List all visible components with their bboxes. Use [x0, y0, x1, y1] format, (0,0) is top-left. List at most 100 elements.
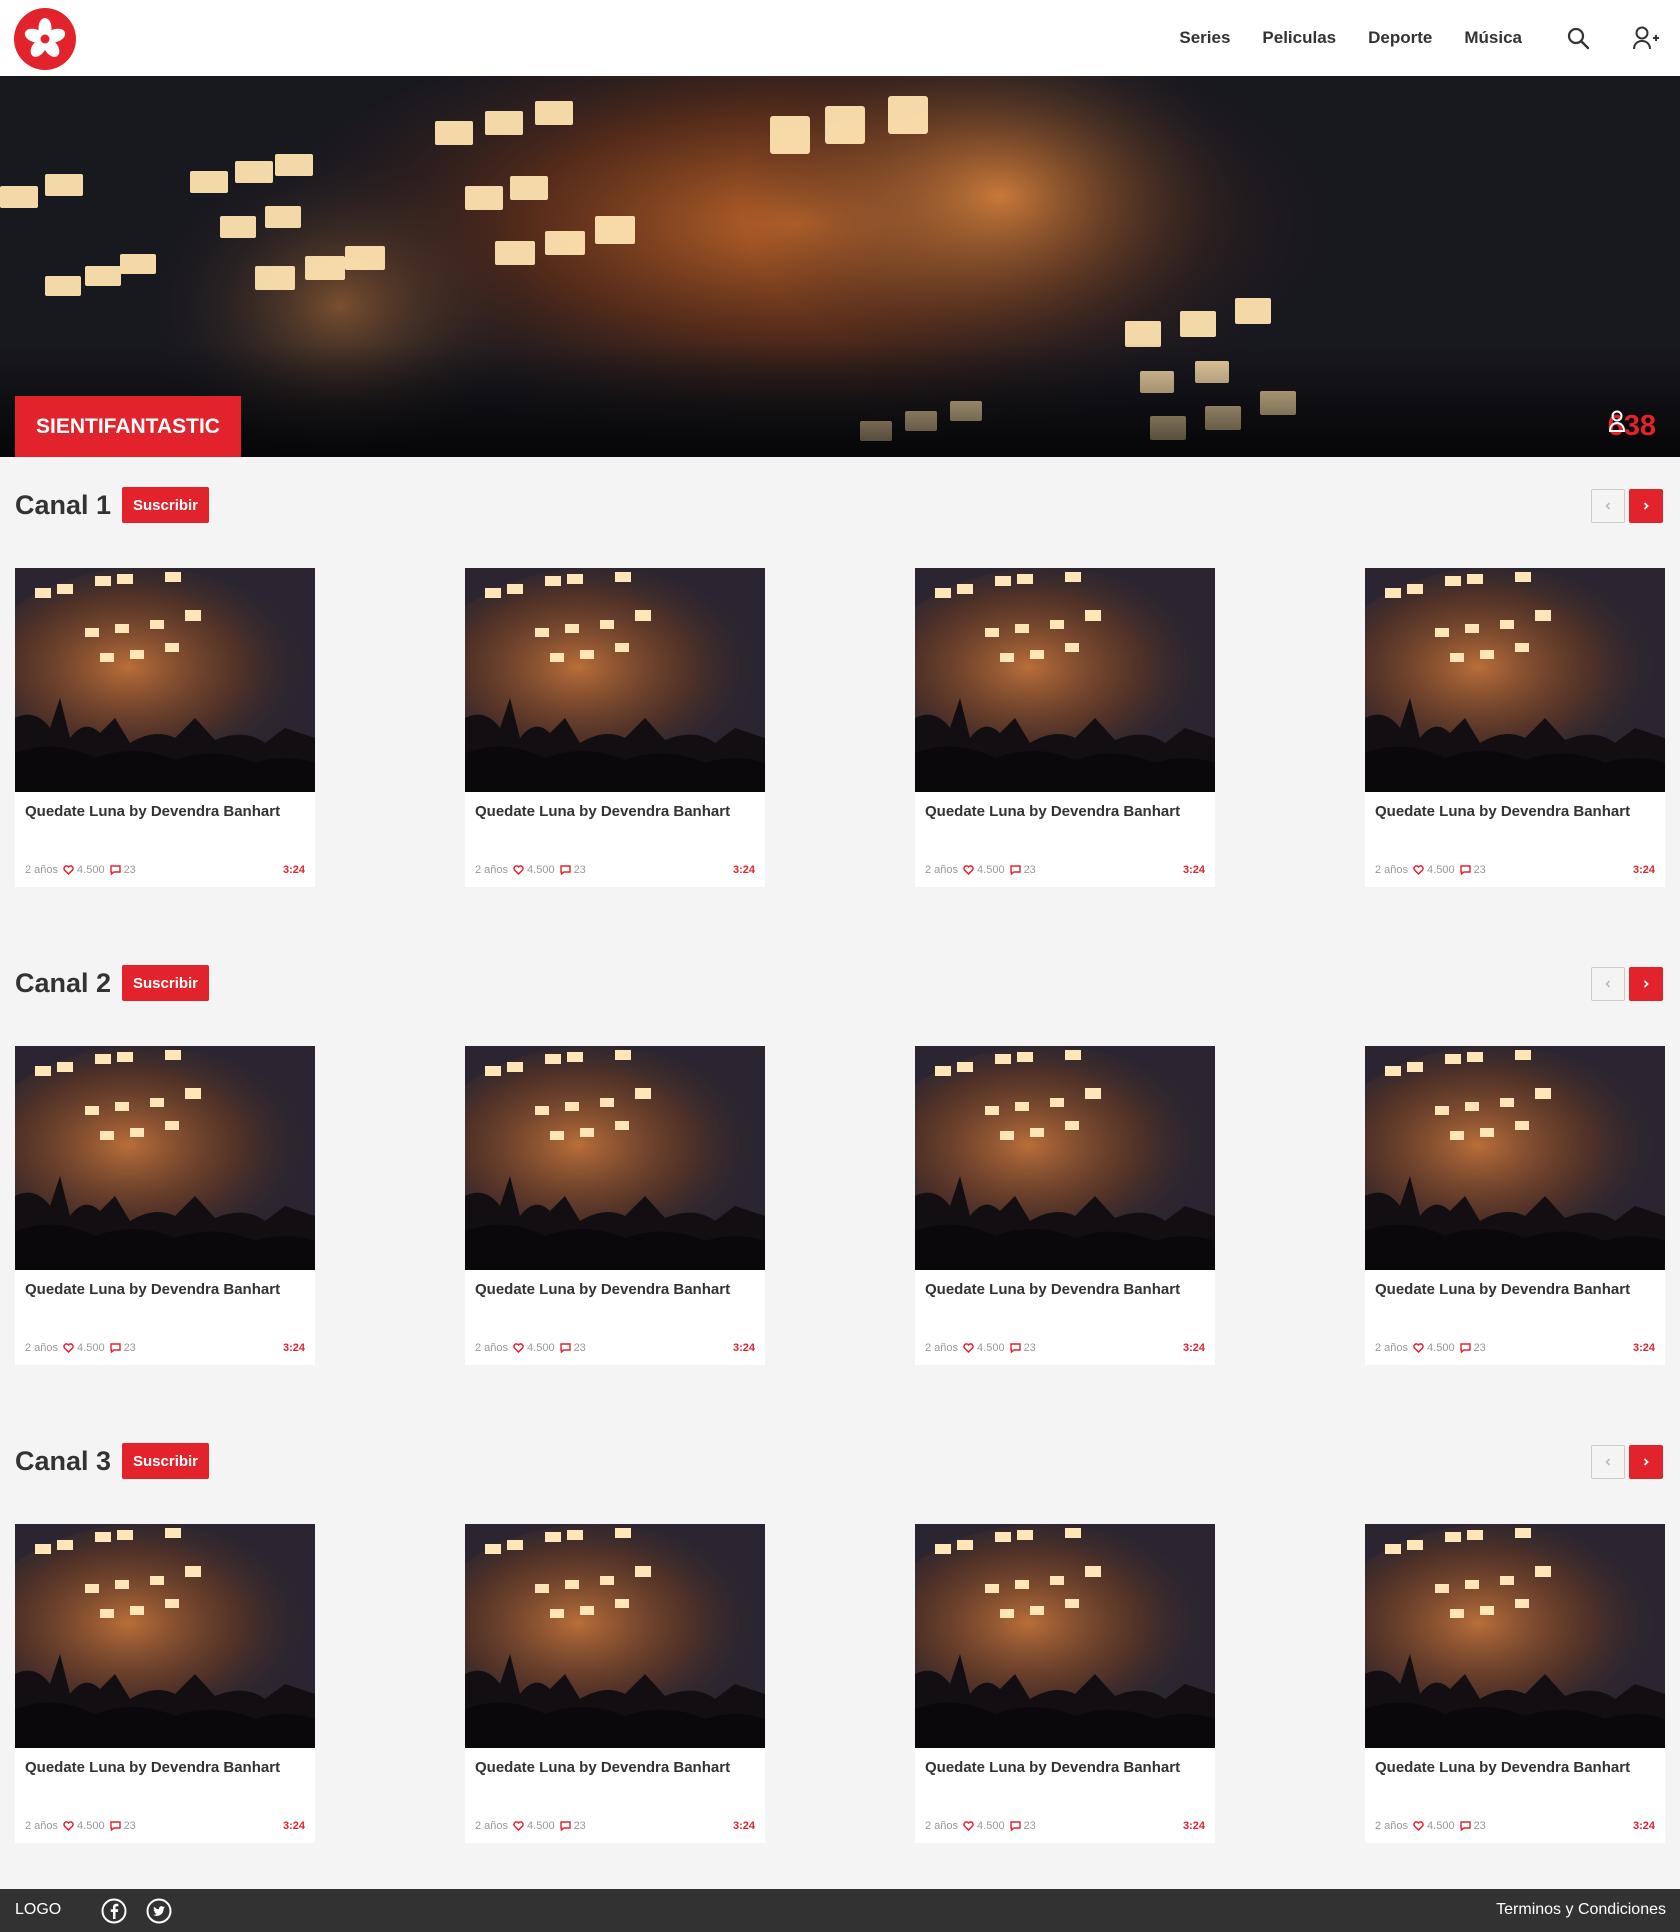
- comment-icon: [1009, 1821, 1021, 1831]
- heart-icon: [513, 865, 524, 875]
- video-thumbnail[interactable]: [465, 1046, 765, 1270]
- video-card[interactable]: Quedate Luna by Devendra Banhart 2 años 4.…: [1365, 568, 1665, 887]
- video-card[interactable]: Quedate Luna by Devendra Banhart 2 años 4.…: [915, 1524, 1215, 1843]
- video-card[interactable]: Quedate Luna by Devendra Banhart 2 años 4.…: [15, 568, 315, 887]
- twitter-icon[interactable]: [146, 1898, 172, 1924]
- video-age: 2 años: [1375, 864, 1409, 876]
- video-comments: 23: [123, 864, 136, 876]
- chevron-right-icon[interactable]: [1629, 489, 1663, 523]
- video-title[interactable]: Quedate Luna by Devendra Banhart: [925, 1281, 1180, 1298]
- video-thumbnail[interactable]: [15, 1046, 315, 1270]
- chevron-left-icon[interactable]: [1591, 967, 1625, 1001]
- video-card[interactable]: Quedate Luna by Devendra Banhart 2 años 4.…: [465, 1046, 765, 1365]
- video-title[interactable]: Quedate Luna by Devendra Banhart: [25, 1759, 280, 1776]
- video-thumbnail[interactable]: [1365, 1046, 1665, 1270]
- heart-icon: [513, 1343, 524, 1353]
- video-duration: 3:24: [1632, 864, 1655, 876]
- video-thumbnail[interactable]: [1365, 1524, 1665, 1748]
- video-title[interactable]: Quedate Luna by Devendra Banhart: [925, 803, 1180, 820]
- video-meta: 2 años 4.500 23: [25, 864, 136, 876]
- video-comments: 23: [573, 1820, 586, 1832]
- search-icon[interactable]: [1562, 22, 1594, 54]
- video-age: 2 años: [475, 864, 509, 876]
- nav-peliculas[interactable]: Peliculas: [1262, 28, 1336, 48]
- video-likes: 4.500: [527, 864, 555, 876]
- video-age: 2 años: [925, 1820, 959, 1832]
- site-footer: LOGO Terminos y Condiciones: [0, 1889, 1680, 1932]
- video-card[interactable]: Quedate Luna by Devendra Banhart 2 años 4.…: [15, 1046, 315, 1365]
- nav-musica[interactable]: Música: [1464, 28, 1522, 48]
- video-meta: 2 años 4.500 23: [25, 1820, 136, 1832]
- heart-icon: [63, 1821, 74, 1831]
- video-duration: 3:24: [1182, 1820, 1205, 1832]
- video-title[interactable]: Quedate Luna by Devendra Banhart: [1375, 1759, 1630, 1776]
- video-thumbnail[interactable]: [1365, 568, 1665, 792]
- video-age: 2 años: [25, 1820, 59, 1832]
- flower-logo-icon[interactable]: [14, 8, 76, 70]
- video-duration: 3:24: [732, 864, 755, 876]
- video-meta: 2 años 4.500 23: [1375, 864, 1486, 876]
- hero-channel-badge[interactable]: SIENTIFANTASTIC: [15, 396, 241, 457]
- video-title[interactable]: Quedate Luna by Devendra Banhart: [475, 1281, 730, 1298]
- video-title[interactable]: Quedate Luna by Devendra Banhart: [25, 803, 280, 820]
- video-title[interactable]: Quedate Luna by Devendra Banhart: [925, 1759, 1180, 1776]
- video-comments: 23: [123, 1820, 136, 1832]
- heart-icon: [1413, 1343, 1424, 1353]
- footer-logo[interactable]: LOGO: [15, 1901, 61, 1919]
- subscribe-button[interactable]: Suscribir: [122, 487, 210, 523]
- nav-deporte[interactable]: Deporte: [1368, 28, 1432, 48]
- video-comments: 23: [1473, 1342, 1486, 1354]
- video-likes: 4.500: [527, 1342, 555, 1354]
- video-meta: 2 años 4.500 23: [925, 864, 1036, 876]
- video-thumbnail[interactable]: [915, 1046, 1215, 1270]
- video-thumbnail[interactable]: [915, 568, 1215, 792]
- video-card[interactable]: Quedate Luna by Devendra Banhart 2 años 4.…: [915, 1046, 1215, 1365]
- video-thumbnail[interactable]: [15, 1524, 315, 1748]
- heart-icon: [513, 1821, 524, 1831]
- video-comments: 23: [123, 1342, 136, 1354]
- video-age: 2 años: [1375, 1820, 1409, 1832]
- nav-series[interactable]: Series: [1179, 28, 1230, 48]
- chevron-right-icon[interactable]: [1629, 967, 1663, 1001]
- video-age: 2 años: [475, 1342, 509, 1354]
- video-duration: 3:24: [282, 1342, 305, 1354]
- video-duration: 3:24: [1182, 1342, 1205, 1354]
- video-likes: 4.500: [977, 864, 1005, 876]
- video-title[interactable]: Quedate Luna by Devendra Banhart: [1375, 803, 1630, 820]
- video-card[interactable]: Quedate Luna by Devendra Banhart 2 años 4.…: [915, 568, 1215, 887]
- video-card[interactable]: Quedate Luna by Devendra Banhart 2 años 4.…: [465, 568, 765, 887]
- video-likes: 4.500: [977, 1820, 1005, 1832]
- terms-link[interactable]: Terminos y Condiciones: [1496, 1901, 1666, 1919]
- comment-icon: [1009, 865, 1021, 875]
- subscribe-button[interactable]: Suscribir: [122, 1443, 210, 1479]
- video-thumbnail[interactable]: [15, 568, 315, 792]
- video-card[interactable]: Quedate Luna by Devendra Banhart 2 años 4.…: [1365, 1524, 1665, 1843]
- comment-icon: [109, 865, 121, 875]
- video-comments: 23: [573, 864, 586, 876]
- video-title[interactable]: Quedate Luna by Devendra Banhart: [475, 1759, 730, 1776]
- facebook-icon[interactable]: [101, 1898, 127, 1924]
- site-header: Series Peliculas Deporte Música: [0, 0, 1680, 76]
- video-age: 2 años: [25, 864, 59, 876]
- video-thumbnail[interactable]: [465, 568, 765, 792]
- video-thumbnail[interactable]: [465, 1524, 765, 1748]
- video-title[interactable]: Quedate Luna by Devendra Banhart: [475, 803, 730, 820]
- chevron-left-icon[interactable]: [1591, 1445, 1625, 1479]
- main-nav: Series Peliculas Deporte Música: [1179, 0, 1680, 76]
- video-card[interactable]: Quedate Luna by Devendra Banhart 2 años 4.…: [1365, 1046, 1665, 1365]
- chevron-right-icon[interactable]: [1629, 1445, 1663, 1479]
- chevron-left-icon[interactable]: [1591, 489, 1625, 523]
- heart-icon: [1413, 1821, 1424, 1831]
- video-duration: 3:24: [282, 1820, 305, 1832]
- video-comments: 23: [1023, 1342, 1036, 1354]
- subscribe-button[interactable]: Suscribir: [122, 965, 210, 1001]
- video-title[interactable]: Quedate Luna by Devendra Banhart: [1375, 1281, 1630, 1298]
- video-title[interactable]: Quedate Luna by Devendra Banhart: [25, 1281, 280, 1298]
- video-duration: 3:24: [1632, 1342, 1655, 1354]
- user-add-icon[interactable]: [1630, 22, 1662, 54]
- heart-icon: [963, 865, 974, 875]
- video-card[interactable]: Quedate Luna by Devendra Banhart 2 años 4.…: [465, 1524, 765, 1843]
- video-card[interactable]: Quedate Luna by Devendra Banhart 2 años 4.…: [15, 1524, 315, 1843]
- video-thumbnail[interactable]: [915, 1524, 1215, 1748]
- video-meta: 2 años 4.500 23: [475, 1820, 586, 1832]
